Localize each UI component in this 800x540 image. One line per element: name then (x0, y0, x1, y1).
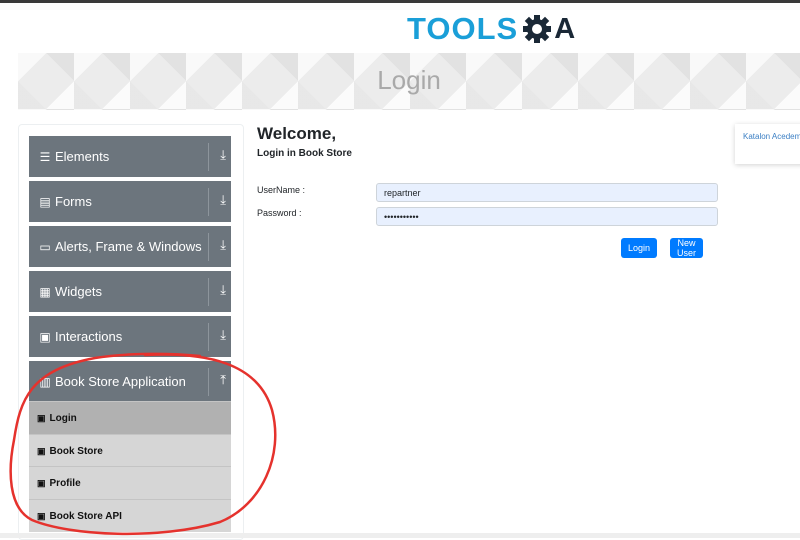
sidebar-item-label: Profile (49, 477, 81, 489)
toolsqa-logo[interactable]: TOOLS A (407, 12, 575, 46)
list-item-icon: ▣ (37, 477, 46, 488)
sidebar-group-label: Alerts, Frame & Windows (55, 239, 202, 254)
broken-image-alt-text: Katalon Acedemy (743, 132, 800, 141)
window-icon: ▭ (39, 239, 51, 254)
site-header: TOOLS A (0, 3, 800, 53)
books-icon: ▥ (39, 374, 51, 389)
divider (208, 188, 209, 216)
sidebar-group-label: Interactions (55, 329, 123, 344)
expand-arrow-icon: ⤓ (220, 147, 226, 162)
sidebar-group-widgets[interactable]: ▦ Widgets ⤓ (29, 271, 231, 312)
bottom-scroll-edge (0, 533, 800, 538)
new-user-button[interactable]: New User (670, 238, 703, 258)
ad-banner[interactable]: Katalon Acedemy (735, 124, 800, 164)
login-subtitle: Login in Book Store (257, 148, 352, 159)
expand-arrow-icon: ⤓ (220, 192, 226, 207)
interaction-icon: ▣ (39, 329, 51, 344)
page-banner: Login (18, 53, 800, 110)
collapse-arrow-icon: ⤒ (220, 372, 226, 387)
sidebar-item-label: Book Store API (49, 510, 122, 522)
grid-icon: ▦ (39, 284, 51, 299)
login-button[interactable]: Login (621, 238, 658, 258)
divider (208, 323, 209, 351)
sidebar-group-label: Book Store Application (55, 374, 186, 389)
sidebar-group-label: Forms (55, 194, 92, 209)
sidebar-group-label: Widgets (55, 284, 102, 299)
welcome-heading: Welcome, (257, 124, 337, 143)
gear-icon (522, 14, 552, 44)
password-label: Password : (257, 208, 302, 218)
list-item-icon: ▣ (37, 412, 46, 423)
sidebar-item-login[interactable]: ▣ Login (29, 401, 231, 434)
sidebar-group-interactions[interactable]: ▣ Interactions ⤓ (29, 316, 231, 357)
sidebar-item-label: Login (49, 412, 77, 424)
divider (208, 233, 209, 261)
expand-arrow-icon: ⤓ (220, 282, 226, 297)
list-item-icon: ▣ (37, 445, 46, 456)
expand-arrow-icon: ⤓ (220, 237, 226, 252)
expand-arrow-icon: ⤓ (220, 327, 226, 342)
logo-suffix: A (554, 13, 576, 45)
divider (208, 368, 209, 396)
form-icon: ▤ (39, 194, 51, 209)
logo-text: TOOLS (407, 11, 519, 46)
sidebar-group-forms[interactable]: ▤ Forms ⤓ (29, 181, 231, 222)
sidebar-item-book-store-api[interactable]: ▣ Book Store API (29, 499, 231, 532)
divider (208, 278, 209, 306)
page-title: Login (377, 65, 441, 95)
left-panel: ☰ Elements ⤓ ▤ Forms ⤓ ▭ Alerts, Frame &… (18, 124, 244, 540)
sidebar-item-profile[interactable]: ▣ Profile (29, 466, 231, 499)
divider (208, 143, 209, 171)
password-input[interactable] (376, 207, 718, 226)
username-input[interactable] (376, 183, 718, 202)
list-item-icon: ▣ (37, 510, 46, 521)
username-label: UserName : (257, 185, 306, 195)
sidebar-item-book-store[interactable]: ▣ Book Store (29, 434, 231, 467)
sidebar-item-label: Book Store (49, 445, 103, 457)
sidebar-group-alerts[interactable]: ▭ Alerts, Frame & Windows ⤓ (29, 226, 231, 267)
hamburger-icon: ☰ (39, 149, 51, 164)
sidebar-group-elements[interactable]: ☰ Elements ⤓ (29, 136, 231, 177)
sidebar-group-book-store[interactable]: ▥ Book Store Application ⤒ (29, 361, 231, 402)
sidebar-group-label: Elements (55, 149, 110, 164)
